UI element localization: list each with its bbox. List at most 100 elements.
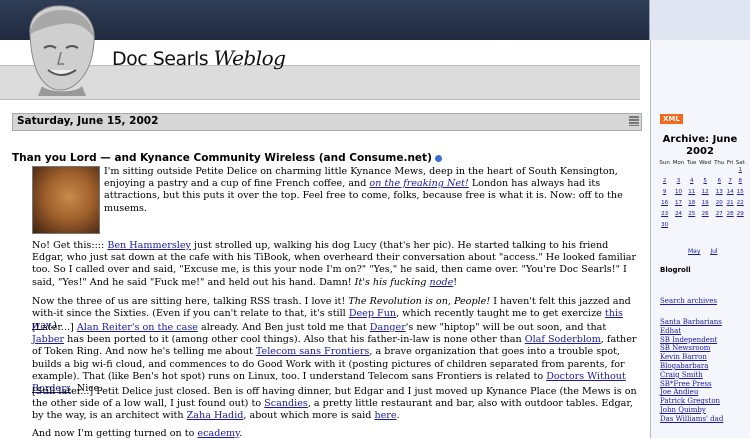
blogroll-item[interactable]: SB Independent — [660, 336, 750, 345]
post-paragraph-1: I'm sitting outside Petite Delice on cha… — [104, 166, 640, 215]
calendar-week: 1 — [658, 166, 746, 177]
blogroll-item[interactable]: John Quimby — [660, 406, 750, 415]
archive-calendar: Sun Mon Tue Wed Thu Fri Sat 1 2 3 4 5 6 7 8 9 10 11 12 13 1… — [658, 160, 746, 232]
calendar-day-link[interactable]: 18 — [686, 199, 698, 210]
text: The Revolution is on, People! — [348, 296, 491, 307]
text: It's his fucking — [354, 276, 430, 288]
blog-title-sub: Weblog — [213, 46, 286, 70]
calendar-day-link[interactable]: 25 — [686, 210, 698, 221]
prev-month-link[interactable]: May — [688, 248, 700, 255]
calendar-day-link[interactable]: 4 — [686, 177, 698, 188]
text: 's new "hiptop" will be out soon, and th… — [405, 322, 607, 333]
text: , which recently taught me to get exerci… — [396, 308, 605, 320]
blogroll-item[interactable]: Patrick Gregston — [660, 397, 750, 406]
blogroll-item[interactable]: Craig Smith — [660, 371, 750, 380]
post-paragraph-2: No! Get this:::: Ben Hammersley just str… — [32, 240, 640, 289]
doc-searls-avatar — [29, 5, 95, 96]
calendar-day-link[interactable]: 3 — [671, 177, 686, 188]
calendar-empty-cell — [671, 166, 686, 177]
calendar-day-link[interactable]: 14 — [726, 188, 735, 199]
post-paragraph-4: [Later...] Alan Reiter's on the case alr… — [32, 322, 640, 395]
calendar-day-header: Wed — [699, 160, 712, 166]
calendar-day-link[interactable]: 1 — [735, 166, 746, 177]
link-danger[interactable]: Danger — [370, 322, 406, 333]
calendar-day-link[interactable]: 24 — [671, 210, 686, 221]
link-ecademy[interactable]: ecademy — [197, 428, 239, 439]
calendar-day-link[interactable]: 20 — [713, 199, 726, 210]
calendar-day-link[interactable]: 13 — [713, 188, 726, 199]
calendar-day-link[interactable]: 27 — [713, 210, 726, 221]
xml-feed-badge[interactable]: XML — [660, 114, 683, 124]
calendar-empty-cell — [713, 166, 726, 177]
calendar-day-link[interactable]: 8 — [735, 177, 746, 188]
blogroll-item[interactable]: Kevin Barron — [660, 353, 750, 362]
blogroll-list: Santa Barbarians Edhat SB Independent SB Ne… — [660, 318, 750, 424]
blog-title-main: Doc Searls — [112, 48, 209, 70]
calendar-day-link[interactable]: 21 — [726, 199, 735, 210]
calendar-day-header: Sat — [735, 160, 745, 166]
link-node[interactable]: node — [430, 277, 454, 288]
blogroll-item[interactable]: Blogabarbara — [660, 362, 750, 371]
calendar-empty-cell — [698, 221, 713, 232]
next-month-link[interactable]: Jul — [710, 248, 717, 255]
calendar-day-link[interactable]: 15 — [735, 188, 746, 199]
calendar-day-link[interactable]: 26 — [698, 210, 713, 221]
archive-title: Archive: June 2002 — [662, 134, 738, 157]
calendar-week: 23 24 25 26 27 28 29 — [658, 210, 746, 221]
blogroll-item[interactable]: SB Newsroom — [660, 344, 750, 353]
link-olaf-soderblom[interactable]: Olaf Soderblom — [525, 334, 601, 345]
text: [Later...] — [32, 322, 77, 333]
post-title: Than you Lord — and Kynance Community Wi… — [12, 152, 442, 164]
calendar-day-link[interactable]: 28 — [726, 210, 735, 221]
calendar-day-link[interactable]: 19 — [698, 199, 713, 210]
calendar-day-link[interactable]: 12 — [698, 188, 713, 199]
calendar-day-link[interactable]: 16 — [658, 199, 671, 210]
calendar-day-link[interactable]: 30 — [658, 221, 671, 232]
text: And now I'm getting turned on to — [32, 428, 198, 439]
calendar-week: 9 10 11 12 13 14 15 — [658, 188, 746, 199]
blogroll-heading: Blogroll — [660, 266, 691, 274]
blogroll-item[interactable]: Das Williams' dad — [660, 415, 750, 424]
calendar-day-link[interactable]: 2 — [658, 177, 671, 188]
calendar-day-link[interactable]: 9 — [658, 188, 671, 199]
text: . — [239, 428, 243, 439]
link-freaking-net[interactable]: on the freaking Net! — [369, 178, 468, 189]
calendar-day-link[interactable]: 11 — [686, 188, 698, 199]
link-jabber[interactable]: Jabber — [32, 334, 64, 345]
link-ben-hammersley[interactable]: Ben Hammersley — [107, 240, 191, 251]
calendar-week: 30 — [658, 221, 746, 232]
permalink-icon[interactable] — [434, 154, 442, 162]
link-alan-reiter[interactable]: Alan Reiter's on the case — [77, 322, 198, 333]
blogroll-item[interactable]: SB*Free Press — [660, 380, 750, 389]
blogroll-item[interactable]: Santa Barbarians — [660, 318, 750, 327]
grid-icon[interactable] — [629, 116, 639, 126]
calendar-week: 16 17 18 19 20 21 22 — [658, 199, 746, 210]
calendar-empty-cell — [726, 221, 735, 232]
blogroll-item[interactable]: Edhat — [660, 327, 750, 336]
blog-title[interactable]: Doc Searls Weblog — [112, 46, 286, 70]
calendar-body: 1 2 3 4 5 6 7 8 9 10 11 12 13 14 15 16 17 18 19 20 21 22 23 24 2… — [658, 166, 746, 232]
blogroll-item[interactable]: Joe Andieu — [660, 388, 750, 397]
post-paragraph-5: [Still later...] Petit Delice just close… — [32, 386, 640, 423]
calendar-day-link[interactable]: 29 — [735, 210, 746, 221]
calendar-day-header: Tue — [687, 160, 697, 166]
link-here[interactable]: here — [374, 410, 396, 421]
calendar-day-link[interactable]: 5 — [698, 177, 713, 188]
link-telecom-sans-frontiers[interactable]: Telecom sans Frontiers — [256, 346, 369, 357]
calendar-day-link[interactable]: 22 — [735, 199, 746, 210]
link-deep-fun[interactable]: Deep Fun — [349, 308, 396, 319]
date-header: Saturday, June 15, 2002 — [12, 113, 642, 131]
calendar-day-link[interactable]: 10 — [671, 188, 686, 199]
calendar-empty-cell — [686, 221, 698, 232]
calendar-day-link[interactable]: 23 — [658, 210, 671, 221]
link-zaha-hadid[interactable]: Zaha Hadid — [187, 410, 244, 421]
search-archives-link[interactable]: Search archives — [660, 297, 717, 305]
link-scandies[interactable]: Scandies — [264, 398, 308, 409]
calendar-day-link[interactable]: 7 — [726, 177, 735, 188]
calendar-day-link[interactable]: 6 — [713, 177, 726, 188]
text: No! Get this:::: — [32, 240, 108, 251]
calendar-empty-cell — [658, 166, 671, 177]
calendar-day-link[interactable]: 17 — [671, 199, 686, 210]
header-right-strip — [649, 0, 750, 40]
calendar-day-header: Thu — [714, 160, 725, 166]
